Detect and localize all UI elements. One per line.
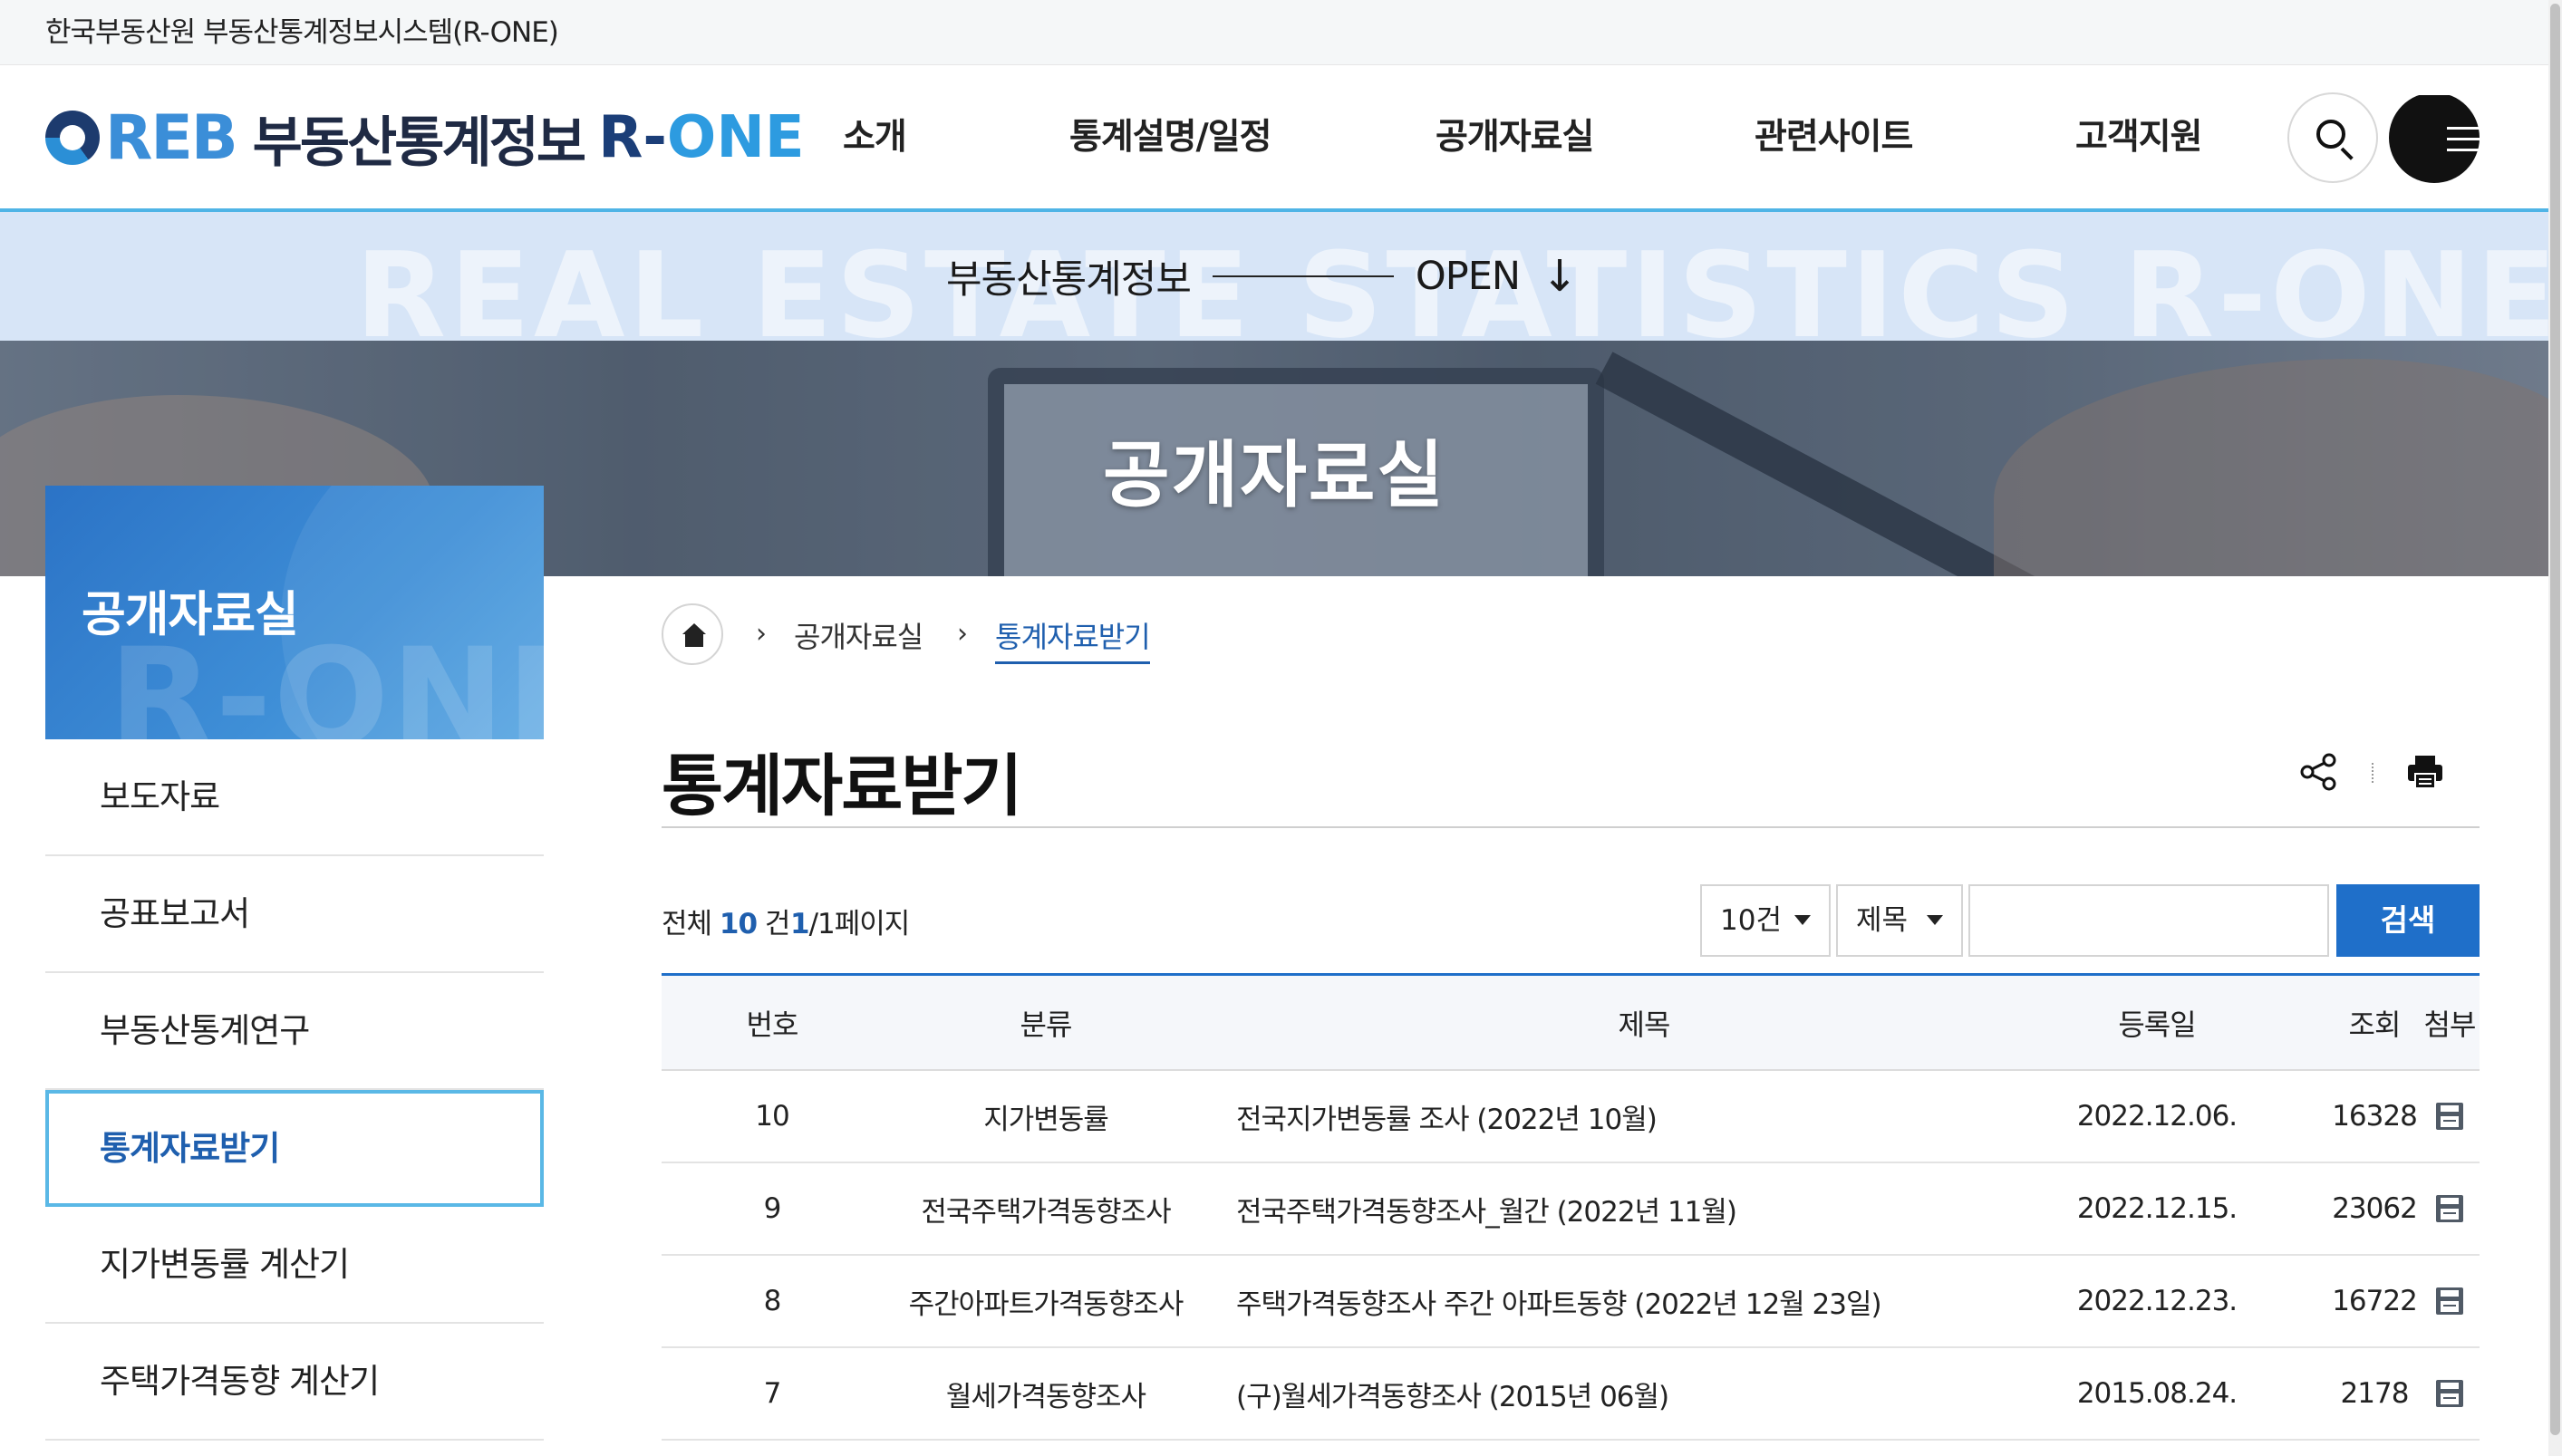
table-row[interactable]: 9 전국주택가격동향조사 전국주택가격동향조사_월간 (2022년 11월) 2… — [662, 1163, 2480, 1256]
caret-down-icon — [1927, 915, 1943, 925]
row-title-link[interactable]: (구)월세가격동향조사 (2015년 06월) — [1236, 1348, 2052, 1439]
strip-label-group: 부동산통계정보 OPEN ↓ — [946, 245, 1578, 308]
table-row[interactable]: 8 주간아파트가격동향조사 주택가격동향조사 주간 아파트동향 (2022년 1… — [662, 1256, 2480, 1348]
sidebar-item-published-reports[interactable]: 공표보고서 — [45, 856, 544, 973]
sidebar-item-download-data[interactable]: 통계자료받기 — [45, 1090, 544, 1207]
page-info: 1/1페이지 — [790, 901, 911, 941]
header-title: 제목 — [1618, 1007, 1671, 1042]
top-site-name: 한국부동산원 부동산통계정보시스템(R-ONE) — [45, 16, 559, 49]
row-attachment[interactable] — [2420, 1163, 2480, 1254]
table-header: 번호 분류 제목 등록일 조회 첨부 — [662, 973, 2480, 1071]
header-attach: 첨부 — [2423, 1007, 2477, 1042]
page-current: 1 — [790, 908, 810, 940]
sidebar-item-research[interactable]: 부동산통계연구 — [45, 973, 544, 1090]
search-input[interactable] — [1968, 884, 2329, 957]
total-prefix: 전체 — [662, 908, 712, 940]
sidebar-item-housing-price-calculator[interactable]: 주택가격동향 계산기 — [45, 1324, 544, 1441]
caret-down-icon — [1794, 915, 1811, 925]
row-date: 2022.12.06. — [2076, 1100, 2238, 1133]
header-category: 분류 — [1020, 1007, 1073, 1042]
sidebar-item-land-price-calculator[interactable]: 지가변동률 계산기 — [45, 1207, 544, 1324]
breadcrumb-home-button[interactable] — [662, 603, 723, 665]
total-count: 전체 10 건 — [662, 901, 791, 941]
row-no: 10 — [755, 1100, 789, 1133]
row-no: 8 — [763, 1285, 782, 1317]
page-rest: /1페이지 — [808, 908, 911, 940]
row-attachment[interactable] — [2420, 1071, 2480, 1162]
open-strip[interactable]: REAL ESTATE STATISTICS R-ONE 부동산통계정보 OPE… — [0, 212, 2548, 341]
breadcrumb-item-public-data[interactable]: 공개자료실 — [794, 614, 923, 656]
row-date: 2015.08.24. — [2076, 1377, 2238, 1410]
total-suffix: 건 — [764, 908, 791, 940]
sidebar-header: R-ONE 공개자료실 — [45, 486, 544, 739]
nav-item-related-sites[interactable]: 관련사이트 — [1755, 103, 1913, 172]
total-number: 10 — [719, 908, 758, 940]
strip-open-text: OPEN — [1415, 254, 1521, 299]
row-category: 주간아파트가격동향조사 — [908, 1287, 1184, 1321]
row-no: 7 — [763, 1377, 782, 1410]
sidebar-menu: 보도자료 공표보고서 부동산통계연구 통계자료받기 지가변동률 계산기 주택가격… — [45, 739, 544, 1441]
top-site-bar: 한국부동산원 부동산통계정보시스템(R-ONE) — [0, 0, 2548, 65]
site-header: REB 부동산통계정보 R-ONE 소개 통계설명/일정 공개자료실 관련사이트… — [0, 65, 2548, 212]
row-category: 월세가격동향조사 — [945, 1380, 1146, 1413]
row-category: 전국주택가격동향조사 — [921, 1195, 1171, 1229]
header-menu-button[interactable] — [2389, 92, 2481, 183]
title-divider — [662, 826, 2480, 828]
strip-label: 부동산통계정보 — [946, 257, 1192, 303]
scrollbar-thumb[interactable] — [2550, 4, 2560, 1435]
attachment-icon[interactable] — [2434, 1101, 2465, 1132]
chevron-right-icon: › — [756, 618, 767, 650]
chevron-right-icon: › — [957, 618, 968, 650]
row-title-link[interactable]: 주택가격동향조사 주간 아파트동향 (2022년 12월 23일) — [1236, 1256, 2052, 1346]
page-scrollbar[interactable] — [2548, 0, 2562, 1456]
page-size-value: 10건 — [1720, 904, 1782, 937]
row-date: 2022.12.23. — [2076, 1285, 2238, 1317]
data-table: 번호 분류 제목 등록일 조회 첨부 10 지가변동률 전국지가변동률 조사 (… — [662, 973, 2480, 1441]
attachment-icon[interactable] — [2434, 1286, 2465, 1316]
nav-item-public-data[interactable]: 공개자료실 — [1436, 103, 1594, 172]
header-no: 번호 — [746, 1007, 799, 1042]
row-title-link[interactable]: 전국지가변동률 조사 (2022년 10월) — [1236, 1071, 2052, 1162]
row-date: 2022.12.15. — [2076, 1192, 2238, 1225]
strip-line — [1212, 275, 1394, 277]
search-button[interactable]: 검색 — [2336, 884, 2480, 957]
page-title: 통계자료받기 — [662, 747, 1022, 825]
table-row[interactable]: 10 지가변동률 전국지가변동률 조사 (2022년 10월) 2022.12.… — [662, 1071, 2480, 1163]
row-attachment[interactable] — [2420, 1348, 2480, 1439]
header-search-button[interactable] — [2287, 92, 2378, 183]
menu-icon — [2418, 92, 2481, 151]
header-date: 등록일 — [2118, 1007, 2196, 1042]
table-row[interactable]: 7 월세가격동향조사 (구)월세가격동향조사 (2015년 06월) 2015.… — [662, 1348, 2480, 1441]
search-field-value: 제목 — [1856, 904, 1909, 937]
share-icon[interactable] — [2298, 752, 2338, 792]
nav-item-intro[interactable]: 소개 — [843, 103, 907, 172]
row-category: 지가변동률 — [983, 1103, 1109, 1136]
print-icon[interactable] — [2405, 752, 2445, 792]
attachment-icon[interactable] — [2434, 1378, 2465, 1409]
row-title-link[interactable]: 전국주택가격동향조사_월간 (2022년 11월) — [1236, 1163, 2052, 1254]
nav-item-support[interactable]: 고객지원 — [2075, 103, 2203, 172]
page-size-select[interactable]: 10건 — [1700, 884, 1831, 957]
row-attachment[interactable] — [2420, 1256, 2480, 1346]
icon-divider — [2372, 763, 2373, 783]
down-arrow-icon: ↓ — [1542, 251, 1578, 302]
sidebar-title: 공개자료실 — [82, 587, 299, 642]
main-nav: 소개 통계설명/일정 공개자료실 관련사이트 고객지원 — [0, 103, 2548, 172]
row-no: 9 — [763, 1192, 782, 1225]
attachment-icon[interactable] — [2434, 1193, 2465, 1224]
nav-item-stats-schedule[interactable]: 통계설명/일정 — [1069, 103, 1272, 172]
search-field-select[interactable]: 제목 — [1836, 884, 1963, 957]
sidebar-item-press-release[interactable]: 보도자료 — [45, 739, 544, 856]
breadcrumb-item-current[interactable]: 통계자료받기 — [995, 614, 1151, 664]
